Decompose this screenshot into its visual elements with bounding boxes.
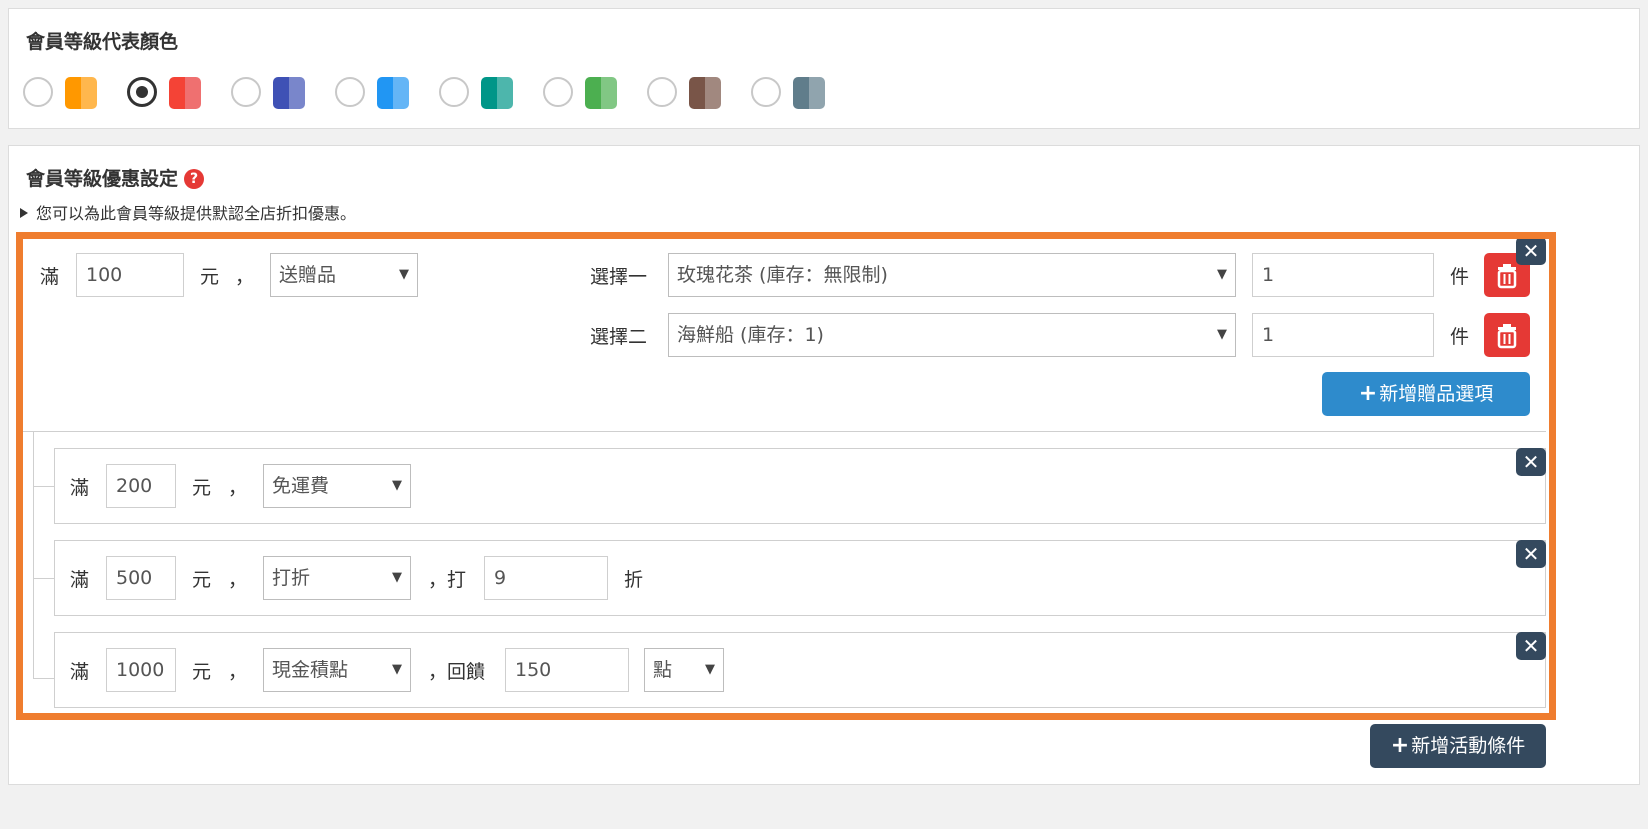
color-swatch <box>169 77 201 109</box>
discount-hint: 您可以為此會員等級提供默認全店折扣優惠。 <box>20 200 356 224</box>
color-swatch <box>377 77 409 109</box>
add-condition-button[interactable]: + 新增活動條件 <box>1370 724 1546 768</box>
help-icon[interactable]: ? <box>184 169 205 189</box>
swatch-half <box>689 77 705 109</box>
color-radio[interactable] <box>647 77 677 107</box>
highlight-frame <box>16 232 1556 720</box>
swatch-half <box>273 77 289 109</box>
discount-title-text: 會員等級優惠設定 <box>26 168 179 190</box>
swatch-half <box>793 77 809 109</box>
color-swatch <box>793 77 825 109</box>
color-radio[interactable] <box>127 77 157 107</box>
swatch-half <box>289 77 305 109</box>
discount-section-title: 會員等級優惠設定? <box>26 164 205 191</box>
color-swatch <box>585 77 617 109</box>
color-radio[interactable] <box>439 77 469 107</box>
swatch-half <box>705 77 721 109</box>
plus-icon: + <box>1390 733 1410 758</box>
swatch-half <box>497 77 513 109</box>
bullet-triangle-icon <box>20 208 28 218</box>
hint-text: 您可以為此會員等級提供默認全店折扣優惠。 <box>36 204 357 223</box>
color-radio[interactable] <box>231 77 261 107</box>
swatch-half <box>65 77 81 109</box>
color-radio[interactable] <box>543 77 573 107</box>
color-panel: 會員等級代表顏色 <box>8 8 1640 129</box>
color-swatch <box>65 77 97 109</box>
swatch-half <box>585 77 601 109</box>
swatch-half <box>377 77 393 109</box>
swatch-half <box>169 77 185 109</box>
swatch-half <box>481 77 497 109</box>
color-radio[interactable] <box>23 77 53 107</box>
add-condition-label: 新增活動條件 <box>1411 735 1526 757</box>
swatch-half <box>393 77 409 109</box>
color-radio[interactable] <box>335 77 365 107</box>
swatch-half <box>601 77 617 109</box>
color-swatch <box>689 77 721 109</box>
color-radio[interactable] <box>751 77 781 107</box>
color-swatch <box>273 77 305 109</box>
color-section-title: 會員等級代表顏色 <box>26 31 179 53</box>
swatch-half <box>185 77 201 109</box>
swatch-half <box>81 77 97 109</box>
color-swatch <box>481 77 513 109</box>
swatch-half <box>809 77 825 109</box>
